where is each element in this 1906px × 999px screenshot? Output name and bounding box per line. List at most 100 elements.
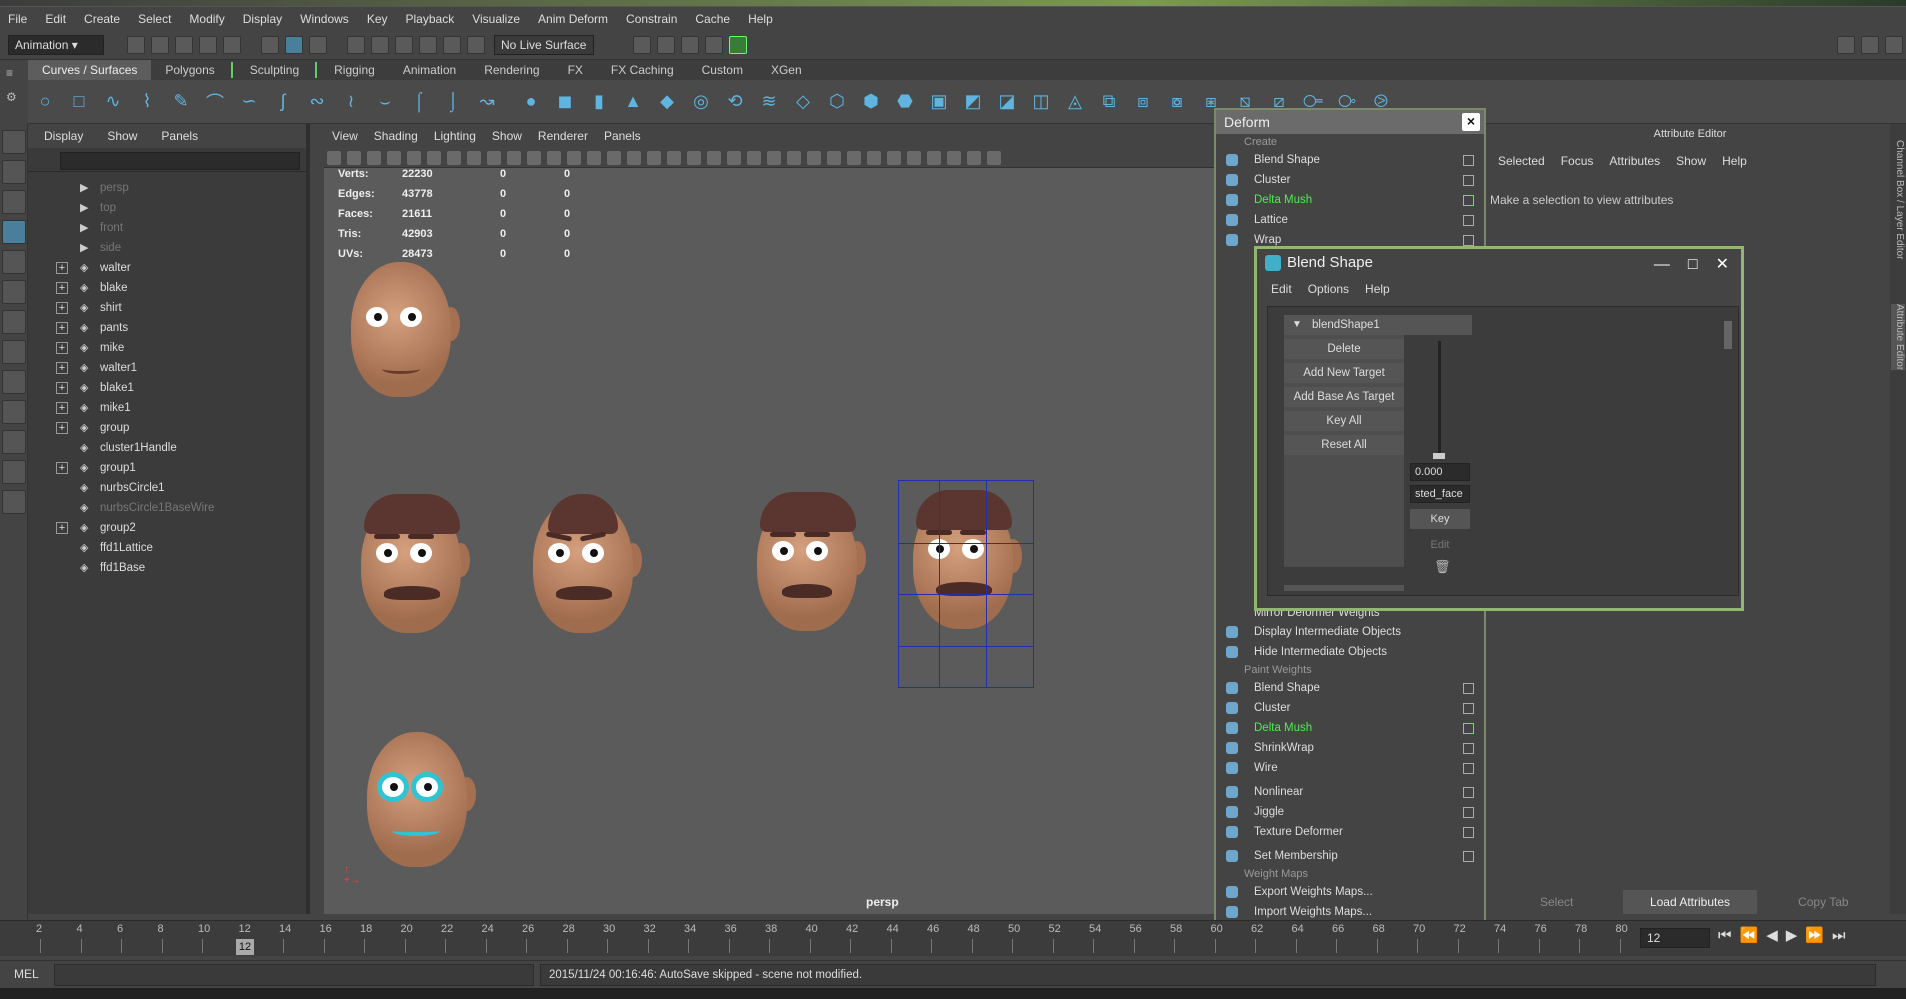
menu-modify[interactable]: Modify xyxy=(181,7,234,31)
ep-curve-icon[interactable]: ⌇ xyxy=(134,89,160,115)
outliner-item[interactable]: ▶ front xyxy=(28,218,306,238)
nurbs-circle-icon[interactable]: ○ xyxy=(32,89,58,115)
viewport-menu-show[interactable]: Show xyxy=(484,124,530,148)
attach-surface-icon[interactable]: ⧉ xyxy=(1096,89,1122,115)
redo-icon[interactable] xyxy=(223,35,241,54)
outliner-item[interactable]: + ◈ walter xyxy=(28,258,306,278)
layout-graph-icon[interactable] xyxy=(2,460,26,484)
outliner-item[interactable]: ◈ ffd1Base xyxy=(28,558,306,578)
outliner-item[interactable]: + ◈ mike1 xyxy=(28,398,306,418)
nurbs-cone-icon[interactable]: ▲ xyxy=(620,89,646,115)
shelf-tab-polygons[interactable]: Polygons xyxy=(151,60,228,80)
blend-add-base-as-target-button[interactable]: Add Base As Target xyxy=(1284,387,1404,407)
viewport-tool-icon[interactable] xyxy=(527,150,541,165)
workspace-icon[interactable] xyxy=(1837,35,1855,54)
viewport-tool-icon[interactable] xyxy=(427,150,441,165)
viewport-tool-icon[interactable] xyxy=(907,150,921,165)
menu-edit[interactable]: Edit xyxy=(37,7,76,31)
snap-together-icon[interactable] xyxy=(467,35,485,54)
render-current-icon[interactable] xyxy=(657,35,675,54)
layout-icon[interactable] xyxy=(1861,35,1879,54)
step-forward-icon[interactable]: ⏩ xyxy=(1805,927,1832,944)
outliner-item[interactable]: ▶ side xyxy=(28,238,306,258)
render-icon[interactable] xyxy=(2,310,26,334)
expand-icon[interactable]: + xyxy=(56,282,68,294)
viewport-tool-icon[interactable] xyxy=(987,150,1001,165)
expand-icon[interactable]: + xyxy=(56,342,68,354)
viewport-tool-icon[interactable] xyxy=(327,150,341,165)
option-box-icon[interactable] xyxy=(1463,807,1474,818)
deform-paint-item[interactable]: Jiggle xyxy=(1216,802,1484,822)
option-box-icon[interactable] xyxy=(1463,175,1474,186)
viewport-tool-icon[interactable] xyxy=(367,150,381,165)
curve-reverse-icon[interactable]: ↝ xyxy=(474,89,500,115)
viewport-tool-icon[interactable] xyxy=(507,150,521,165)
blend-shape-node-header[interactable]: ▼ blendShape1 xyxy=(1284,315,1472,335)
shelf-tab-custom[interactable]: Custom xyxy=(688,60,757,80)
align-surface-icon[interactable]: ⧇ xyxy=(1164,89,1190,115)
attr-menu-focus[interactable]: Focus xyxy=(1553,154,1602,168)
nurbs-torus-icon[interactable]: ◎ xyxy=(688,89,714,115)
attr-menu-show[interactable]: Show xyxy=(1668,154,1714,168)
undo-icon[interactable] xyxy=(199,35,217,54)
bezier-curve-icon[interactable]: ∽ xyxy=(236,89,262,115)
menu-cache[interactable]: Cache xyxy=(687,7,740,31)
viewport-tool-icon[interactable] xyxy=(667,150,681,165)
expand-icon[interactable]: + xyxy=(56,362,68,374)
close-icon[interactable]: ✕ xyxy=(1716,251,1729,279)
snap-curve-icon[interactable] xyxy=(371,35,389,54)
shelf-tab-sculpting[interactable]: Sculpting xyxy=(236,60,313,80)
outliner-item[interactable]: + ◈ walter1 xyxy=(28,358,306,378)
head-painted[interactable] xyxy=(362,722,476,872)
head-blake[interactable] xyxy=(528,488,642,638)
nurbs-cube-icon[interactable]: ◼ xyxy=(552,89,578,115)
expand-icon[interactable]: + xyxy=(56,402,68,414)
outliner-menu-display[interactable]: Display xyxy=(28,124,91,148)
open-scene-icon[interactable] xyxy=(151,35,169,54)
snap-grid-icon[interactable] xyxy=(347,35,365,54)
outliner-item[interactable]: ▶ top xyxy=(28,198,306,218)
weight-maps-item[interactable]: Export Weights Maps... xyxy=(1216,882,1484,902)
ipr-render-icon[interactable] xyxy=(681,35,699,54)
shelf-gear-icon[interactable]: ⚙ xyxy=(6,90,22,104)
menu-create[interactable]: Create xyxy=(76,7,130,31)
viewport-menu-panels[interactable]: Panels xyxy=(596,124,649,148)
menu-anim-deform[interactable]: Anim Deform xyxy=(530,7,618,31)
shelf-tab-fx-caching[interactable]: FX Caching xyxy=(597,60,688,80)
select-component-icon[interactable] xyxy=(309,35,327,54)
attribute-editor-tab[interactable]: Attribute Editor xyxy=(1891,304,1905,371)
go-to-end-icon[interactable]: ⏭ xyxy=(1832,927,1854,944)
menu-set-dropdown[interactable]: Animation ▾ xyxy=(8,34,104,55)
option-box-icon[interactable] xyxy=(1463,723,1474,734)
mel-input[interactable] xyxy=(54,964,534,986)
snap-view-icon[interactable] xyxy=(419,35,437,54)
scale-tool-icon[interactable] xyxy=(2,280,26,304)
target-weight-field[interactable]: 0.000 xyxy=(1410,463,1470,481)
viewport-tool-icon[interactable] xyxy=(767,150,781,165)
expand-icon[interactable]: + xyxy=(56,302,68,314)
new-scene-icon[interactable] xyxy=(127,35,145,54)
outliner-item[interactable]: ◈ cluster1Handle xyxy=(28,438,306,458)
viewport-tool-icon[interactable] xyxy=(547,150,561,165)
option-box-icon[interactable] xyxy=(1463,827,1474,838)
deform-paint-item[interactable]: Set Membership xyxy=(1216,846,1484,866)
menu-file[interactable]: File xyxy=(0,7,37,31)
blend-reset-all-button[interactable]: Reset All xyxy=(1284,435,1404,455)
deform-create-item[interactable]: Delta Mush xyxy=(1216,190,1484,210)
viewport-tool-icon[interactable] xyxy=(687,150,701,165)
shelf-tab-curves-surfaces[interactable]: Curves / Surfaces xyxy=(28,60,152,80)
viewport-menu-shading[interactable]: Shading xyxy=(366,124,426,148)
snap-surface-icon[interactable] xyxy=(443,35,461,54)
bevel-icon[interactable]: ⬢ xyxy=(858,89,884,115)
viewport-menu-lighting[interactable]: Lighting xyxy=(426,124,484,148)
curve-detach-icon[interactable]: ≀ xyxy=(338,89,364,115)
deform-create-item[interactable]: Lattice xyxy=(1216,210,1484,230)
shelf-tab-rendering[interactable]: Rendering xyxy=(470,60,553,80)
viewport-tool-icon[interactable] xyxy=(787,150,801,165)
viewport-tool-icon[interactable] xyxy=(487,150,501,165)
go-to-start-icon[interactable]: ⏮ xyxy=(1718,927,1740,944)
planar-icon[interactable]: ◇ xyxy=(790,89,816,115)
option-box-icon[interactable] xyxy=(1463,215,1474,226)
deform-paint-item[interactable]: Texture Deformer xyxy=(1216,822,1484,842)
shelf-menu-icon[interactable]: ≡ xyxy=(6,66,22,80)
